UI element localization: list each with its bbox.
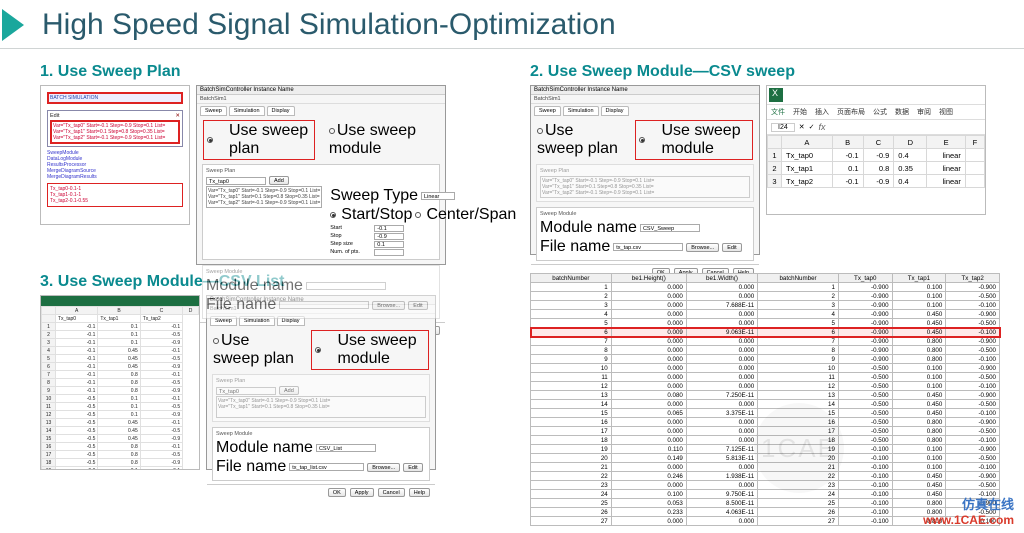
file-name-input[interactable] xyxy=(279,301,369,309)
dialog-subtitle: BatchSim1 xyxy=(197,95,445,104)
dialog-title: BatchSimController Instance Name xyxy=(197,86,445,95)
name-box[interactable]: I24 xyxy=(771,123,795,132)
ok-button[interactable]: OK xyxy=(328,488,346,497)
tab-sweep[interactable]: Sweep xyxy=(534,106,561,116)
browse-button[interactable]: Browse... xyxy=(367,463,400,472)
tab-display[interactable]: Display xyxy=(601,106,629,116)
start-input[interactable]: -0.1 xyxy=(374,225,404,232)
sweep-type-select[interactable]: Linear xyxy=(421,192,455,200)
group-sweep-plan: Sweep Plan xyxy=(206,168,436,174)
excel-ribbon-tabs[interactable]: 文件 开始插入 页面布局公式 数据审阅 视图 xyxy=(767,105,985,120)
excel-window: 文件 开始插入 页面布局公式 数据审阅 视图 I24 ✕ ✓ fx ABCDEF… xyxy=(766,85,986,215)
csv-list-grid[interactable]: ABCDTx_tap0Tx_tap1Tx_tap21-0.10.1-0.12-0… xyxy=(41,306,199,470)
tab-sweep[interactable]: Sweep xyxy=(200,106,227,116)
group-sweep-module: Sweep Module xyxy=(206,269,436,275)
file-name-input[interactable]: tx_tap_list.csv xyxy=(289,463,364,471)
cancel-icon[interactable]: ✕ xyxy=(799,123,805,131)
batch-sim-dialog-csv-list: BatchSimController Instance Name BatchSi… xyxy=(206,295,436,470)
accent-icon xyxy=(2,9,24,41)
browse-button[interactable]: Browse... xyxy=(686,243,719,252)
radio-centerspan[interactable] xyxy=(415,212,421,218)
edit-panel-title: Edit xyxy=(50,113,59,120)
sidebar-item[interactable]: MergeDiagramResults xyxy=(47,174,183,180)
excel-grid[interactable]: ABCDEF1Tx_tap0-0.1-0.90.4linear2Tx_tap10… xyxy=(767,135,985,188)
tab-simulation[interactable]: Simulation xyxy=(563,106,599,116)
file-name-input[interactable]: tx_tap.csv xyxy=(613,243,683,251)
cancel-button[interactable]: Cancel xyxy=(378,488,405,497)
section2-title: 2. Use Sweep Module—CSV sweep xyxy=(530,63,1000,81)
module-name-input[interactable]: CSV_List xyxy=(316,444,376,452)
param-input[interactable]: Tx_tap0 xyxy=(206,177,266,185)
excel-icon xyxy=(769,88,783,102)
var-line: Var="Tx_tap1" Start=0.1 Step=0.8 Stop=0.… xyxy=(53,129,177,135)
radio-sweep-module[interactable]: Use sweep module xyxy=(329,122,439,158)
brand-cn: 仿真在线 xyxy=(923,494,1014,513)
npts-input[interactable] xyxy=(374,249,404,256)
watermark-icon: 1CAE xyxy=(754,403,844,493)
results-table[interactable]: batchNumberbe1.Height()be1.Width()batchN… xyxy=(530,273,1000,526)
confirm-icon[interactable]: ✓ xyxy=(809,123,815,131)
batch-sim-dialog-csv-sweep: BatchSimController Instance Name BatchSi… xyxy=(530,85,760,255)
tab-display[interactable]: Display xyxy=(267,106,295,116)
tab-simulation[interactable]: Simulation xyxy=(229,106,265,116)
footer-brand: 仿真在线 www.1CAE.com xyxy=(923,494,1014,527)
section1-flow-window: BATCH SIMULATION Edit ✕ Var="Tx_tap0" St… xyxy=(40,85,190,225)
brand-url: www.1CAE.com xyxy=(923,513,1014,527)
page-title: High Speed Signal Simulation-Optimizatio… xyxy=(42,8,616,42)
step-input[interactable]: 0.1 xyxy=(374,241,404,248)
edit-button[interactable]: Edit xyxy=(408,301,427,310)
edit-button[interactable]: Edit xyxy=(403,463,422,472)
module-name-input[interactable]: CSV_Sweep xyxy=(640,224,700,232)
var-listbox[interactable]: Var="Tx_tap0" Start=-0.1 Step=-0.9 Stop=… xyxy=(206,186,322,208)
browse-button[interactable]: Browse... xyxy=(372,301,405,310)
module-name-input[interactable] xyxy=(306,282,386,290)
tx-line: Tx_tap2-0.1-0.55 xyxy=(50,198,180,204)
edit-button[interactable]: Edit xyxy=(722,243,741,252)
dialog-title: BatchSimController Instance Name xyxy=(531,86,759,95)
add-button[interactable]: Add xyxy=(269,176,289,185)
csv-list-excel: ABCDTx_tap0Tx_tap1Tx_tap21-0.10.1-0.12-0… xyxy=(40,295,200,470)
var-line: Var="Tx_tap2" Start=-0.1 Step=-0.9 Stop=… xyxy=(53,135,177,141)
var-listbox: Var="Tx_tap0" Start=-0.1 Step=-0.9 Stop=… xyxy=(540,176,750,198)
radio-startstop[interactable] xyxy=(330,212,336,218)
var-line: Var="Tx_tap0" Start=-0.1 Step=-0.9 Stop=… xyxy=(53,123,177,129)
section1-title: 1. Use Sweep Plan xyxy=(40,63,510,81)
dialog-subtitle: BatchSim1 xyxy=(531,95,759,104)
close-icon[interactable]: ✕ xyxy=(175,113,180,120)
batch-sim-dialog-plan: BatchSimController Instance Name BatchSi… xyxy=(196,85,446,265)
page-header: High Speed Signal Simulation-Optimizatio… xyxy=(0,0,1024,49)
batch-sim-node[interactable]: BATCH SIMULATION xyxy=(47,92,183,104)
radio-sweep-plan[interactable]: Use sweep plan xyxy=(537,122,621,158)
radio-sweep-plan[interactable]: Use sweep plan xyxy=(203,120,315,160)
stop-input[interactable]: -0.9 xyxy=(374,233,404,240)
radio-sweep-module[interactable]: Use sweep module xyxy=(311,330,429,370)
radio-sweep-plan[interactable]: Use sweep plan xyxy=(213,332,297,368)
radio-sweep-module[interactable]: Use sweep module xyxy=(635,120,753,160)
sweep-type-label: Sweep Type xyxy=(330,187,418,205)
fx-icon[interactable]: fx xyxy=(818,122,825,132)
help-button[interactable]: Help xyxy=(409,488,430,497)
apply-button[interactable]: Apply xyxy=(350,488,374,497)
